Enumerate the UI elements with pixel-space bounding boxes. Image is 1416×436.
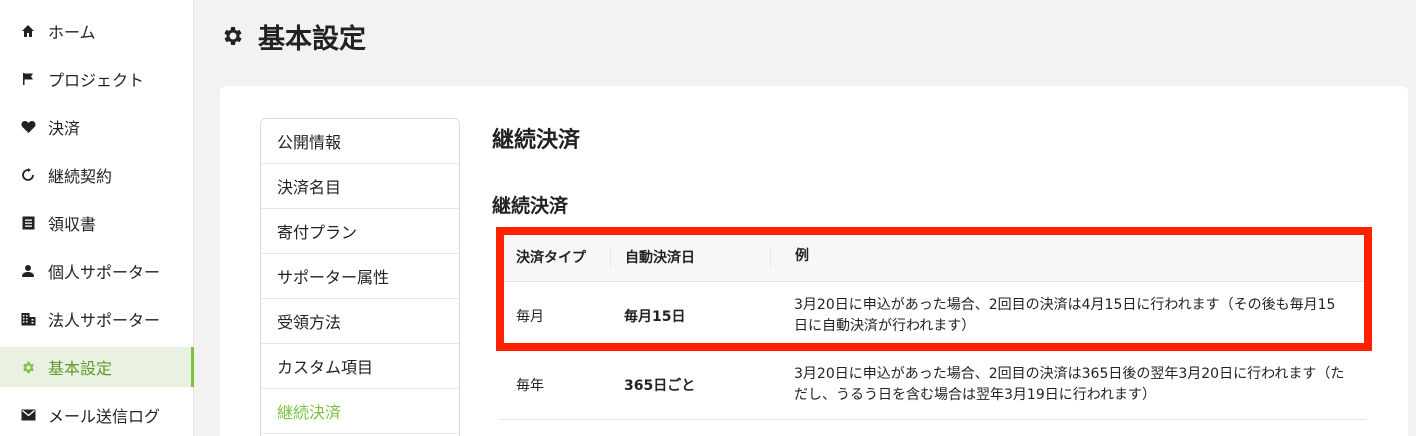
home-icon	[20, 23, 36, 39]
cell-auto-day: 毎月15日	[624, 308, 686, 325]
column-header-example: 例	[770, 246, 1366, 267]
sidebar: ホーム プロジェクト 決済 継続契約 領収書 個人サポーター 法人サポーター 基…	[0, 0, 194, 436]
settings-menu-item-receipt-method[interactable]: 受領方法	[261, 299, 459, 344]
cell-type: 毎年	[516, 377, 544, 394]
sidebar-item-subscription[interactable]: 継続契約	[0, 155, 194, 195]
table-header: 決済タイプ 自動決済日 例	[500, 232, 1366, 282]
cell-type: 毎月	[516, 308, 544, 325]
sidebar-item-payment[interactable]: 決済	[0, 107, 194, 147]
cell-example: 3月20日に申込があった場合、2回目の決済は4月15日に行われます（その後も毎月…	[794, 296, 1336, 334]
sidebar-item-corporate-supporters[interactable]: 法人サポーター	[0, 299, 194, 339]
settings-menu-item-custom-fields[interactable]: カスタム項目	[261, 344, 459, 389]
settings-menu-item-recurring-payment[interactable]: 継続決済	[261, 389, 459, 434]
content-title: 継続決済	[492, 128, 581, 153]
sidebar-item-receipt[interactable]: 領収書	[0, 203, 194, 243]
settings-card: 公開情報 決済名目 寄付プラン サポーター属性 受領方法 カスタム項目 継続決済…	[220, 86, 1408, 436]
flag-icon	[20, 71, 36, 87]
mail-icon	[20, 407, 36, 423]
sidebar-item-label: メール送信ログ	[48, 407, 161, 426]
sidebar-item-individual-supporters[interactable]: 個人サポーター	[0, 251, 194, 291]
refresh-icon	[20, 167, 36, 183]
sidebar-item-basic-settings[interactable]: 基本設定	[0, 347, 194, 387]
sidebar-item-project[interactable]: プロジェクト	[0, 59, 194, 99]
sidebar-item-label: 決済	[48, 119, 81, 138]
table-row: 毎月 毎月15日 3月20日に申込があった場合、2回目の決済は4月15日に行われ…	[500, 282, 1366, 350]
building-icon	[20, 311, 36, 327]
table-row: 毎年 365日ごと 3月20日に申込があった場合、2回目の決済は365日後の翌年…	[500, 350, 1366, 420]
gear-icon	[220, 23, 246, 49]
sidebar-item-mail-log[interactable]: メール送信ログ	[0, 395, 194, 435]
sidebar-item-home[interactable]: ホーム	[0, 11, 194, 51]
cell-example: 3月20日に申込があった場合、2回目の決済は365日後の翌年3月20日に行われま…	[794, 365, 1345, 403]
page-title: 基本設定	[258, 23, 366, 55]
cell-auto-day: 365日ごと	[624, 377, 696, 394]
gear-icon	[20, 359, 36, 375]
settings-menu: 公開情報 決済名目 寄付プラン サポーター属性 受領方法 カスタム項目 継続決済	[260, 118, 460, 436]
person-icon	[20, 263, 36, 279]
recurring-payment-table: 決済タイプ 自動決済日 例 毎月 毎月15日 3月20日に申込があった場合、2回…	[500, 232, 1366, 420]
sidebar-item-label: 継続契約	[48, 167, 113, 186]
settings-menu-item-donation-plan[interactable]: 寄付プラン	[261, 209, 459, 254]
page-header: 基本設定	[220, 18, 366, 55]
receipt-icon	[20, 215, 36, 231]
settings-menu-item-public-info[interactable]: 公開情報	[261, 119, 459, 164]
sidebar-item-label: 個人サポーター	[48, 263, 161, 282]
column-header-type: 決済タイプ	[516, 249, 586, 266]
settings-menu-item-payment-purpose[interactable]: 決済名目	[261, 164, 459, 209]
sidebar-item-label: 法人サポーター	[48, 311, 161, 330]
column-header-auto-day: 自動決済日	[610, 246, 770, 267]
sidebar-item-label: ホーム	[48, 23, 96, 42]
settings-menu-item-supporter-attributes[interactable]: サポーター属性	[261, 254, 459, 299]
section-title: 継続決済	[492, 195, 569, 217]
sidebar-item-label: 領収書	[48, 215, 97, 234]
heart-icon	[20, 119, 36, 135]
sidebar-item-label: プロジェクト	[48, 71, 145, 90]
sidebar-item-label: 基本設定	[48, 359, 113, 378]
